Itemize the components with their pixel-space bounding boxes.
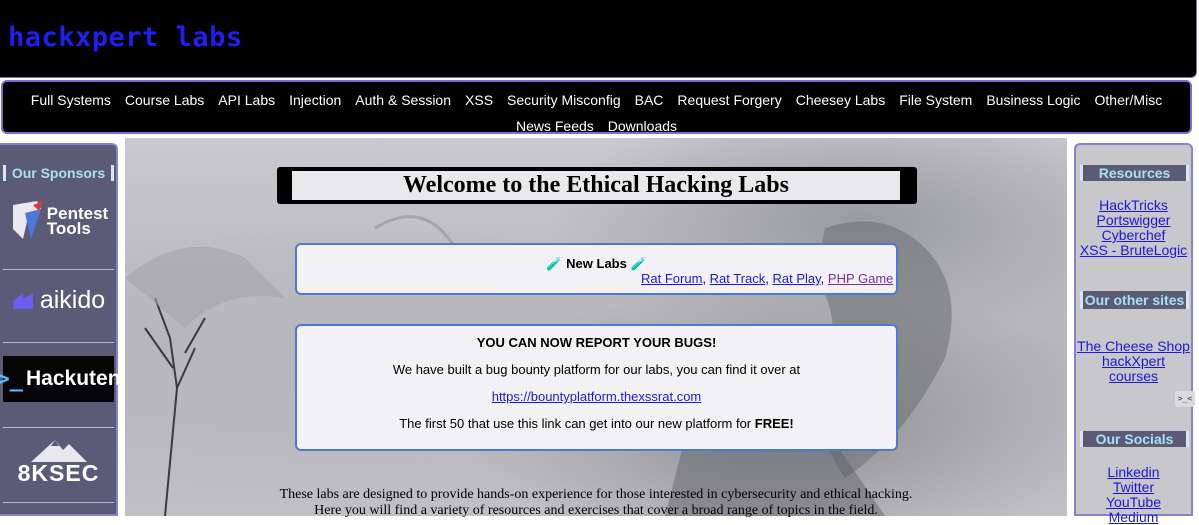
resource-link-hacktricks[interactable]: HackTricks (1076, 198, 1191, 213)
new-labs-heading: 🧪 New Labs 🧪 (297, 256, 896, 272)
test-tube-icon: 🧪 (630, 256, 647, 271)
sponsor-pentest-tools[interactable]: Pentest Tools (3, 197, 114, 245)
nav-item-downloads[interactable]: Downloads (608, 113, 677, 139)
bug-bounty-link-row: https://bountyplatform.thexssrat.com (297, 389, 896, 404)
new-labs-box: 🧪 New Labs 🧪 Rat Forum, Rat Track, Rat P… (295, 243, 898, 295)
sponsor-aikido-name: aikido (39, 285, 106, 314)
nav-item-course-labs[interactable]: Course Labs (125, 87, 204, 113)
new-labs-links: Rat Forum, Rat Track, Rat Play, PHP Game (641, 271, 893, 286)
sponsor-divider (3, 342, 114, 343)
link-separator: , (765, 271, 773, 286)
nav-item-injection[interactable]: Injection (289, 87, 341, 113)
test-tube-icon: 🧪 (546, 256, 563, 271)
nav-item-request-forgery[interactable]: Request Forgery (677, 87, 781, 113)
nav-row-1: Full Systems Course Labs API Labs Injection… (3, 87, 1190, 113)
welcome-banner: Welcome to the Ethical Hacking Labs (277, 167, 917, 204)
lab-link-rat-play[interactable]: Rat Play (773, 271, 821, 286)
bug-bounty-text: We have built a bug bounty platform for … (392, 362, 801, 377)
sponsors-title: Our Sponsors (3, 165, 114, 181)
resources-list: HackTricks Portswigger Cyberchef XSS - B… (1076, 198, 1191, 258)
intro-line-2: Here you will find a variety of resource… (314, 503, 878, 518)
nav-row-2: News Feeds Downloads (3, 113, 1190, 139)
resource-link-xss-brutelogic[interactable]: XSS - BruteLogic (1076, 243, 1191, 258)
sponsors-sidebar: Our Sponsors Pentest Tools aikido >_ Hac… (0, 143, 121, 516)
link-separator: , (820, 271, 828, 286)
sponsor-pentest-line2: Tools (46, 219, 91, 238)
nav-item-auth-session[interactable]: Auth & Session (355, 87, 451, 113)
site-logo[interactable]: hackxpert labs (8, 22, 243, 53)
social-link-youtube[interactable]: YouTube (1076, 495, 1191, 510)
nav-item-business-logic[interactable]: Business Logic (986, 87, 1080, 113)
nav-item-file-system[interactable]: File System (899, 87, 972, 113)
nav-item-news-feeds[interactable]: News Feeds (516, 113, 594, 139)
aikido-logo-icon (12, 293, 33, 309)
site-link-hackxpert-courses[interactable]: hackXpert courses (1094, 354, 1174, 384)
8ksec-mountain-icon (30, 440, 87, 462)
floating-widget-button[interactable]: >_< (1175, 391, 1195, 407)
bug-bounty-offer-free: FREE! (754, 416, 794, 431)
other-sites-list: The Cheese Shop hackXpert courses (1076, 339, 1191, 384)
hackuten-logo-icon: >_ (0, 366, 23, 392)
lab-link-rat-forum[interactable]: Rat Forum (641, 271, 702, 286)
bug-bounty-offer-text: The first 50 that use this link can get … (399, 416, 755, 431)
bug-bounty-link[interactable]: https://bountyplatform.thexssrat.com (492, 389, 702, 404)
nav-item-xss[interactable]: XSS (465, 87, 493, 113)
bug-bounty-offer: The first 50 that use this link can get … (297, 416, 896, 431)
other-sites-title: Our other sites (1080, 291, 1189, 309)
sponsor-8ksec[interactable]: 8KSEC (3, 433, 114, 489)
nav-item-bac[interactable]: BAC (635, 87, 664, 113)
sponsor-divider (3, 502, 114, 503)
bug-bounty-box: YOU CAN NOW REPORT YOUR BUGS! We have bu… (295, 324, 898, 451)
nav-item-other-misc[interactable]: Other/Misc (1095, 87, 1163, 113)
nav-item-api-labs[interactable]: API Labs (218, 87, 275, 113)
nav-item-full-systems[interactable]: Full Systems (31, 87, 111, 113)
new-labs-title: New Labs (566, 256, 627, 271)
nav-item-security-misconfig[interactable]: Security Misconfig (507, 87, 621, 113)
intro-line-1: These labs are designed to provide hands… (279, 487, 913, 502)
social-link-twitter[interactable]: Twitter (1076, 480, 1191, 495)
socials-list: Linkedin Twitter YouTube Medium (1076, 465, 1191, 525)
main-nav: Full Systems Course Labs API Labs Injection… (1, 80, 1192, 134)
intro-text: These labs are designed to provide hands… (125, 487, 1067, 519)
resource-link-cyberchef[interactable]: Cyberchef (1076, 228, 1191, 243)
sponsor-divider (3, 269, 114, 270)
sponsor-8ksec-name: 8KSEC (17, 460, 100, 486)
sponsor-hackuten[interactable]: >_ Hackuten (0, 356, 121, 402)
socials-title: Our Socials (1080, 431, 1189, 447)
lab-link-rat-track[interactable]: Rat Track (710, 271, 766, 286)
welcome-title: Welcome to the Ethical Hacking Labs (292, 171, 900, 200)
pentest-tools-shield-icon (12, 201, 43, 239)
lab-link-php-game[interactable]: PHP Game (828, 271, 894, 286)
nav-item-cheesey-labs[interactable]: Cheesey Labs (796, 87, 886, 113)
resources-title: Resources (1080, 165, 1189, 181)
social-link-medium[interactable]: Medium (1076, 510, 1191, 525)
links-sidebar: Resources HackTricks Portswigger Cyberch… (1074, 143, 1193, 525)
site-link-cheese-shop[interactable]: The Cheese Shop (1076, 339, 1191, 354)
sponsor-hackuten-name: Hackuten (25, 367, 121, 390)
sponsor-divider (3, 427, 114, 428)
site-header: hackxpert labs (0, 0, 1197, 78)
bug-bounty-heading: YOU CAN NOW REPORT YOUR BUGS! (476, 335, 717, 350)
social-link-linkedin[interactable]: Linkedin (1076, 465, 1191, 480)
resource-link-portswigger[interactable]: Portswigger (1076, 213, 1191, 228)
sponsor-aikido[interactable]: aikido (3, 282, 114, 318)
link-separator: , (702, 271, 710, 286)
